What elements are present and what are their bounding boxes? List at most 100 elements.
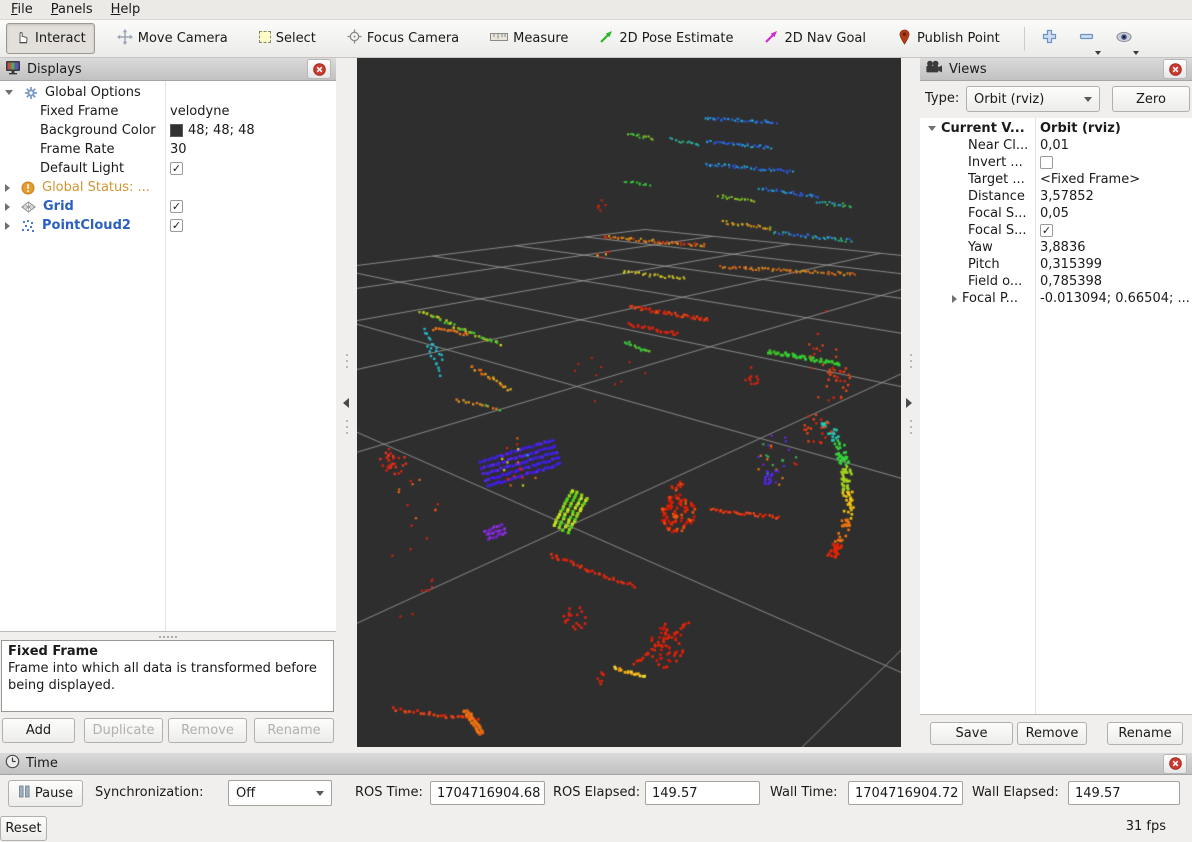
collapse-left-arrow-icon[interactable] — [343, 398, 349, 408]
time-panel-header: Time — [0, 753, 1192, 775]
checkbox[interactable]: ✓ — [170, 219, 183, 232]
row-label: Field o... — [968, 274, 1022, 289]
row-name: Frame Rate — [0, 140, 114, 159]
tree-row-fixed-frame[interactable]: Fixed Frame velodyne — [0, 102, 336, 121]
tool-2d-nav-goal[interactable]: 2D Nav Goal — [755, 23, 875, 54]
wall-elapsed-field[interactable]: 149.57 — [1068, 781, 1180, 805]
menu-file[interactable]: File — [4, 1, 44, 19]
wall-time-label: Wall Time: — [770, 785, 838, 800]
pause-button[interactable]: Pause — [8, 780, 83, 807]
view-row-target[interactable]: Target ...<Fixed Frame> — [920, 171, 1192, 188]
checkbox[interactable]: ✓ — [1040, 224, 1053, 237]
displays-panel-header: Displays — [0, 58, 336, 81]
tool-select[interactable]: Select — [250, 25, 325, 53]
tool-plus-button[interactable] — [1035, 24, 1064, 53]
displays-icon — [5, 60, 21, 79]
view-row-invert[interactable]: Invert ... — [920, 154, 1192, 171]
pin-icon — [897, 29, 912, 49]
row-name: Focal P... — [952, 290, 1018, 307]
displays-close-button[interactable] — [307, 59, 331, 79]
tree-row-default-light[interactable]: Default Light ✓ — [0, 159, 336, 178]
tool-eye-button[interactable] — [1109, 25, 1139, 53]
duplicate-button: Duplicate — [84, 718, 163, 743]
tool-move-camera[interactable]: Move Camera — [108, 23, 237, 55]
tool-measure[interactable]: Measure — [481, 25, 577, 53]
row-name: PointCloud2 — [0, 216, 131, 235]
synchronization-value: Off — [236, 786, 255, 801]
collapse-right-arrow-icon[interactable] — [906, 398, 912, 408]
view-row-field-o[interactable]: Field o... 0,785398 — [920, 273, 1192, 290]
ros-elapsed-field[interactable]: 149.57 — [645, 781, 760, 805]
row-value: 30 — [170, 140, 187, 159]
views-close-button[interactable] — [1163, 59, 1187, 79]
save-button-views[interactable]: Save — [930, 722, 1013, 745]
reset-button[interactable]: Reset — [0, 816, 47, 841]
view-row-focal-s[interactable]: Focal S...0,05 — [920, 205, 1192, 222]
tool-2d-pose-estimate[interactable]: 2D Pose Estimate — [590, 23, 742, 54]
row-value: velodyne — [170, 102, 229, 121]
view-row-near-cl[interactable]: Near Cl...0,01 — [920, 137, 1192, 154]
row-name: Yaw — [968, 239, 993, 256]
view-row-yaw[interactable]: Yaw3,8836 — [920, 239, 1192, 256]
tool-focus-camera[interactable]: Focus Camera — [338, 23, 468, 54]
collapsed-arrow-icon[interactable] — [5, 222, 10, 230]
3d-viewport[interactable] — [357, 58, 901, 747]
checkbox[interactable] — [1040, 156, 1053, 169]
tool-minus-button[interactable] — [1072, 24, 1101, 53]
tool-interact[interactable]: Interact — [6, 23, 95, 54]
menu-panels[interactable]: Panels — [44, 1, 104, 19]
main-area: Displays Global OptionsFixed Frame velody… — [0, 58, 1192, 747]
row-label: Default Light — [40, 161, 124, 176]
view-type-dropdown[interactable]: Orbit (rviz) — [966, 86, 1100, 112]
tree-row-background-color[interactable]: Background Color48; 48; 48 — [0, 121, 336, 140]
collapsed-arrow-icon[interactable] — [5, 184, 10, 192]
tool-label: Publish Point — [917, 31, 1000, 46]
view-row-focal-p[interactable]: Focal P... -0.013094; 0.66504; ... — [920, 290, 1192, 307]
view-row-pitch[interactable]: Pitch0,315399 — [920, 256, 1192, 273]
rename-button-views[interactable]: Rename — [1107, 722, 1183, 745]
value-text: 0,785398 — [1040, 274, 1102, 289]
row-value: 0,785398 — [1040, 273, 1102, 290]
right-splitter[interactable] — [901, 58, 920, 747]
menu-help[interactable]: Help — [104, 1, 152, 19]
tree-row-grid[interactable]: Grid✓ — [0, 197, 336, 216]
displays-splitter-grip[interactable] — [0, 634, 336, 639]
eye-icon — [1115, 34, 1133, 49]
row-label: Focal P... — [962, 291, 1018, 306]
collapsed-arrow-icon[interactable] — [952, 295, 957, 303]
checkbox[interactable]: ✓ — [170, 200, 183, 213]
row-name: Fixed Frame — [0, 102, 118, 121]
row-name: Focal S... — [968, 222, 1026, 239]
zero-button[interactable]: Zero — [1112, 86, 1190, 112]
description-body: Frame into which all data is transformed… — [8, 661, 327, 695]
rename-button: Rename — [254, 718, 334, 743]
row-label: Target ... — [968, 172, 1025, 187]
row-label: Distance — [968, 189, 1025, 204]
expanded-arrow-icon[interactable] — [928, 126, 936, 131]
color-swatch[interactable] — [170, 124, 183, 137]
remove-button-views[interactable]: Remove — [1017, 722, 1087, 745]
left-splitter[interactable] — [336, 58, 357, 747]
view-row-distance[interactable]: Distance 3,57852 — [920, 188, 1192, 205]
wall-time-field[interactable]: 1704716904.72 — [848, 781, 963, 805]
expanded-arrow-icon[interactable] — [5, 90, 13, 95]
tree-row-global-options[interactable]: Global Options — [0, 83, 336, 102]
tool-publish-point[interactable]: Publish Point — [888, 23, 1009, 55]
value-text: -0.013094; 0.66504; ... — [1040, 291, 1190, 306]
row-value: 3,57852 — [1040, 188, 1094, 205]
ros-time-field[interactable]: 1704716904.68 — [430, 781, 545, 805]
time-close-button[interactable] — [1163, 754, 1187, 774]
view-row-focal-s[interactable]: Focal S... ✓ — [920, 222, 1192, 239]
checkbox[interactable]: ✓ — [170, 162, 183, 175]
tree-row-global-status[interactable]: Global Status: ... — [0, 178, 336, 197]
menu-bar: FilePanelsHelp — [0, 0, 1192, 20]
collapsed-arrow-icon[interactable] — [5, 203, 10, 211]
synchronization-dropdown[interactable]: Off — [228, 780, 332, 806]
tree-row-pointcloud2[interactable]: PointCloud2 ✓ — [0, 216, 336, 235]
add-button[interactable]: Add — [2, 718, 75, 743]
crosshair-icon — [347, 29, 362, 48]
view-row-current-v[interactable]: Current V...Orbit (rviz) — [920, 120, 1192, 137]
toolbar-separator — [1024, 27, 1025, 51]
row-value: -0.013094; 0.66504; ... — [1040, 290, 1190, 307]
tree-row-frame-rate[interactable]: Frame Rate 30 — [0, 140, 336, 159]
